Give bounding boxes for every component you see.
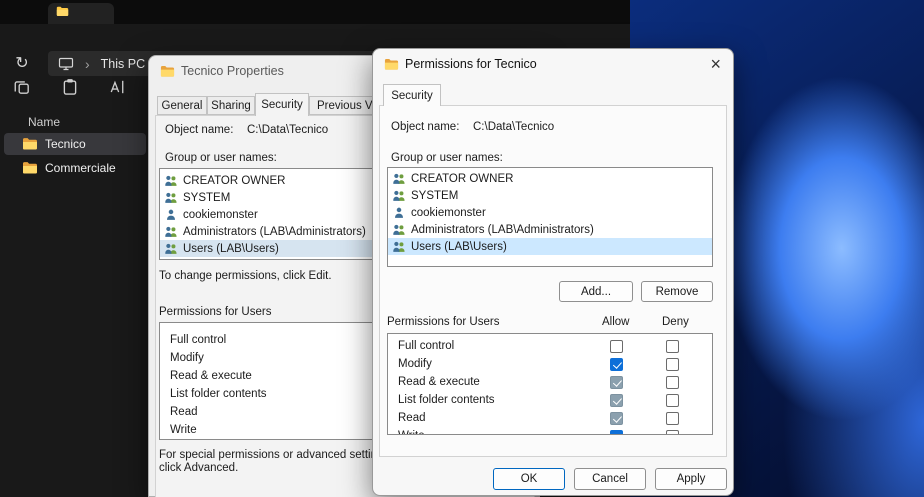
list-item-label: Users (LAB\Users) [411,241,507,253]
group-icon [164,191,178,205]
deny-column-header: Deny [662,316,689,328]
allow-column-header: Allow [602,316,629,328]
list-item-administrators[interactable]: Administrators (LAB\Administrators) [388,221,712,238]
folder-icon [22,160,38,176]
apply-button[interactable]: Apply [655,468,727,490]
permission-row-read-execute: Read & execute [388,374,712,392]
list-item-label: CREATOR OWNER [411,173,513,185]
permissions-label: Permissions for Users [159,306,271,318]
list-item-label: SYSTEM [183,192,230,204]
group-icon [164,174,178,188]
rename-icon [109,78,127,101]
paste-icon [61,78,79,101]
ok-button[interactable]: OK [493,468,565,490]
group-icon [164,242,178,256]
group-icon [164,225,178,239]
deny-checkbox-write[interactable] [666,430,679,435]
tab-security[interactable]: Security [255,93,309,116]
allow-checkbox-read-execute[interactable] [610,376,623,389]
object-name-value: C:\Data\Tecnico [247,124,328,136]
permission-name: List folder contents [398,394,495,406]
list-item-label: SYSTEM [411,190,458,202]
folder-icon [22,136,38,152]
group-icon [392,240,406,254]
permissions-listbox: Full control Modify Read & execute List … [387,333,713,435]
file-name: Commerciale [45,161,116,175]
list-item-label: cookiemonster [411,207,486,219]
deny-checkbox-list-folder-contents[interactable] [666,394,679,407]
allow-checkbox-write[interactable] [610,430,623,435]
permission-row-full-control: Full control [388,338,712,356]
group-list-label: Group or user names: [391,152,503,164]
deny-checkbox-read[interactable] [666,412,679,425]
permission-row-modify: Modify [388,356,712,374]
close-button[interactable]: × [710,53,721,75]
rename-button[interactable] [104,76,132,102]
copy-button[interactable] [8,76,36,102]
list-item-label: cookiemonster [183,209,258,221]
permission-name: Read [398,412,426,424]
list-item-system[interactable]: SYSTEM [388,187,712,204]
permissions-dialog: Permissions for Tecnico × Security Objec… [372,48,734,496]
permissions-label: Permissions for Users [387,316,499,328]
allow-checkbox-list-folder-contents[interactable] [610,394,623,407]
explorer-tab[interactable] [48,3,114,24]
group-listbox: CREATOR OWNER SYSTEM cookiemonster Admin… [387,167,713,267]
list-item-cookiemonster[interactable]: cookiemonster [388,204,712,221]
list-item-users[interactable]: Users (LAB\Users) [388,238,712,255]
file-row-commerciale[interactable]: Commerciale [4,157,146,179]
permission-name: Read & execute [398,376,480,388]
advanced-hint-line1: For special permissions or advanced sett… [159,449,392,461]
allow-checkbox-full-control[interactable] [610,340,623,353]
list-item-label: Users (LAB\Users) [183,243,279,255]
user-icon [164,208,178,222]
add-button[interactable]: Add... [559,281,633,302]
tab-security[interactable]: Security [383,84,441,106]
user-icon [392,206,406,220]
list-item-label: CREATOR OWNER [183,175,285,187]
dialog-title: Permissions for Tecnico [405,57,537,71]
remove-button[interactable]: Remove [641,281,713,302]
deny-checkbox-modify[interactable] [666,358,679,371]
cancel-button[interactable]: Cancel [574,468,646,490]
edit-hint: To change permissions, click Edit. [159,270,332,282]
object-name-label: Object name: [391,121,459,133]
permission-name: Full control [398,340,454,352]
group-icon [392,172,406,186]
paste-button[interactable] [56,76,84,102]
list-item-label: Administrators (LAB\Administrators) [183,226,366,238]
folder-icon [56,5,69,23]
object-name-value: C:\Data\Tecnico [473,121,554,133]
group-icon [392,189,406,203]
allow-checkbox-modify[interactable] [610,358,623,371]
permission-name: Write [398,430,425,435]
permission-row-read: Read [388,410,712,428]
file-name: Tecnico [45,137,86,151]
explorer-tab-strip [0,0,630,24]
deny-checkbox-read-execute[interactable] [666,376,679,389]
deny-checkbox-full-control[interactable] [666,340,679,353]
dialog-title: Tecnico Properties [181,64,284,78]
advanced-hint-line2: click Advanced. [159,462,238,474]
tab-general[interactable]: General [157,96,207,115]
copy-icon [13,78,31,101]
permission-name: Modify [398,358,432,370]
folder-icon [160,64,175,84]
object-name-label: Object name: [165,124,233,136]
group-icon [392,223,406,237]
permission-row-write: Write [388,428,712,435]
file-row-tecnico[interactable]: Tecnico [4,133,146,155]
folder-icon [384,57,399,77]
group-list-label: Group or user names: [165,152,277,164]
permission-row-list-folder-contents: List folder contents [388,392,712,410]
allow-checkbox-read[interactable] [610,412,623,425]
screen: ↻ › This PC › Local Disk (C:) › Data › [0,0,924,497]
list-item-creator-owner[interactable]: CREATOR OWNER [388,170,712,187]
column-header-name[interactable]: Name [28,115,60,129]
tab-sharing[interactable]: Sharing [207,96,255,115]
list-item-label: Administrators (LAB\Administrators) [411,224,594,236]
